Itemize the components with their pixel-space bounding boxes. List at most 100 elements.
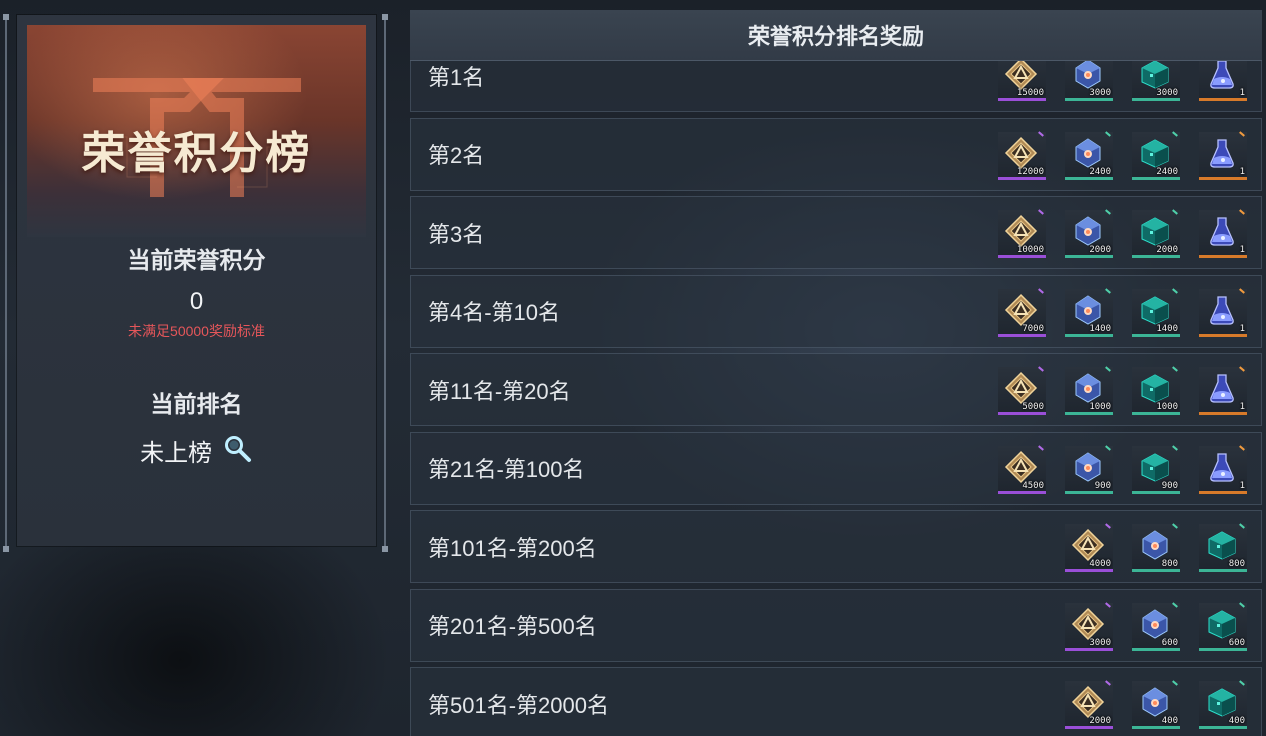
teal-cube-icon <box>1205 528 1239 562</box>
reward-quantity: 3000 <box>1156 88 1178 98</box>
reward-item[interactable]: 1000 <box>1132 366 1180 415</box>
reward-tier-row: 第2名 12000 2400 2400 1 <box>410 117 1262 191</box>
blue-flask-icon <box>1205 57 1239 91</box>
tier-rank-label: 第201名-第500名 <box>428 614 597 639</box>
reward-quantity: 900 <box>1094 480 1111 491</box>
honor-medal-icon <box>1004 293 1038 327</box>
reward-item[interactable]: 1 <box>1199 444 1247 494</box>
tier-rewards: 3000 600 600 <box>1065 601 1247 651</box>
reward-item[interactable]: 3000 <box>1065 601 1113 651</box>
reward-quantity: 2000 <box>1089 716 1111 726</box>
rarity-corner-mark <box>1105 366 1111 372</box>
reward-item[interactable]: 2000 <box>1132 209 1180 258</box>
rarity-corner-mark <box>1239 366 1245 372</box>
tier-rewards: 5000 1000 1000 1 <box>998 366 1247 415</box>
teal-cube-icon <box>1138 214 1172 248</box>
reward-tier-row: 第4名-第10名 7000 1400 1400 1 <box>410 274 1262 348</box>
rarity-corner-mark <box>1172 680 1178 686</box>
reward-quantity: 10000 <box>1016 245 1044 255</box>
tier-rewards: 10000 2000 2000 1 <box>998 209 1247 258</box>
reward-tier-row: 第501名-第2000名 2000 400 400 <box>410 667 1262 736</box>
reward-item[interactable]: 900 <box>1132 444 1180 494</box>
reward-item[interactable]: 2000 <box>1065 209 1113 258</box>
tier-rewards: 4000 800 800 <box>1065 523 1247 572</box>
crystal-orb-icon <box>1071 293 1105 327</box>
reward-tier-row: 第11名-第20名 5000 1000 1000 1 <box>410 353 1262 426</box>
rarity-corner-mark <box>1038 287 1044 294</box>
reward-item[interactable]: 900 <box>1065 444 1113 494</box>
reward-quantity: 1000 <box>1156 402 1178 412</box>
rarity-corner-mark <box>1172 366 1178 372</box>
rarity-corner-mark <box>1239 523 1245 529</box>
honor-medal-icon <box>1004 136 1038 170</box>
reward-quantity: 1 <box>1239 323 1245 334</box>
rarity-corner-mark <box>1172 523 1178 529</box>
current-rank-value: 未上榜 <box>140 440 213 467</box>
leaderboard-title: 荣誉积分榜 <box>81 128 312 179</box>
blue-flask-icon <box>1205 371 1239 405</box>
teal-cube-icon <box>1138 450 1172 484</box>
reward-item[interactable]: 600 <box>1132 601 1180 651</box>
search-icon[interactable] <box>223 434 253 471</box>
reward-quantity: 1400 <box>1089 323 1111 334</box>
rarity-corner-mark <box>1172 444 1178 451</box>
rarity-corner-mark <box>1038 209 1044 215</box>
rarity-corner-mark <box>1239 287 1245 294</box>
reward-quantity: 1400 <box>1156 323 1178 334</box>
honor-medal-icon <box>1071 528 1105 562</box>
tier-rank-label: 第21名-第100名 <box>428 457 585 482</box>
reward-item[interactable]: 1 <box>1199 287 1247 337</box>
reward-item[interactable]: 600 <box>1199 601 1247 651</box>
reward-item[interactable]: 400 <box>1132 680 1180 729</box>
rarity-corner-mark <box>1172 601 1178 608</box>
tier-rank-label: 第11名-第20名 <box>428 378 571 404</box>
reward-item[interactable]: 1 <box>1199 209 1247 258</box>
reward-quantity: 600 <box>1228 637 1245 648</box>
reward-quantity: 2000 <box>1156 245 1178 255</box>
current-rank-row: 未上榜 <box>17 433 376 471</box>
reward-item[interactable]: 400 <box>1199 680 1247 729</box>
reward-quantity: 15000 <box>1016 88 1044 98</box>
reward-quantity: 900 <box>1161 480 1178 491</box>
rarity-corner-mark <box>1105 209 1111 215</box>
rewards-header: 荣誉积分排名奖励 <box>410 10 1262 61</box>
reward-item[interactable]: 4500 <box>998 444 1046 494</box>
rarity-corner-mark <box>1239 130 1245 137</box>
reward-quantity: 7000 <box>1022 323 1044 334</box>
reward-item[interactable]: 2400 <box>1065 130 1113 180</box>
reward-quantity: 2400 <box>1156 166 1178 177</box>
tier-rank-label: 第2名 <box>428 143 485 168</box>
reward-item[interactable]: 800 <box>1132 523 1180 572</box>
crystal-orb-icon <box>1138 685 1172 719</box>
blue-flask-icon <box>1205 214 1239 248</box>
reward-item[interactable]: 2400 <box>1132 130 1180 180</box>
reward-quantity: 1 <box>1239 88 1245 98</box>
reward-quantity: 800 <box>1228 559 1245 569</box>
reward-item[interactable]: 12000 <box>998 130 1046 180</box>
reward-item[interactable]: 1 <box>1199 366 1247 415</box>
reward-item[interactable]: 2000 <box>1065 680 1113 729</box>
reward-item[interactable]: 5000 <box>998 366 1046 415</box>
honor-medal-icon <box>1071 607 1105 641</box>
reward-item[interactable]: 1 <box>1199 130 1247 180</box>
reward-tier-row: 第3名 10000 2000 2000 1 <box>410 196 1262 269</box>
current-score-value: 0 <box>189 288 204 315</box>
reward-item[interactable]: 4000 <box>1065 523 1113 572</box>
reward-item[interactable]: 1400 <box>1065 287 1113 337</box>
rarity-corner-mark <box>1172 130 1178 137</box>
rarity-corner-mark <box>1239 444 1245 451</box>
rarity-corner-mark <box>1105 444 1111 451</box>
reward-item[interactable]: 7000 <box>998 287 1046 337</box>
reward-quantity: 1 <box>1239 402 1245 412</box>
rarity-corner-mark <box>1105 523 1111 529</box>
teal-cube-icon <box>1138 57 1172 91</box>
reward-item[interactable]: 1000 <box>1065 366 1113 415</box>
right-frame-rail <box>382 14 388 552</box>
rarity-corner-mark <box>1038 366 1044 372</box>
rarity-corner-mark <box>1105 287 1111 294</box>
reward-item[interactable]: 1400 <box>1132 287 1180 337</box>
blue-flask-icon <box>1205 450 1239 484</box>
left-frame-rail <box>3 14 9 552</box>
reward-item[interactable]: 10000 <box>998 209 1046 258</box>
reward-item[interactable]: 800 <box>1199 523 1247 572</box>
